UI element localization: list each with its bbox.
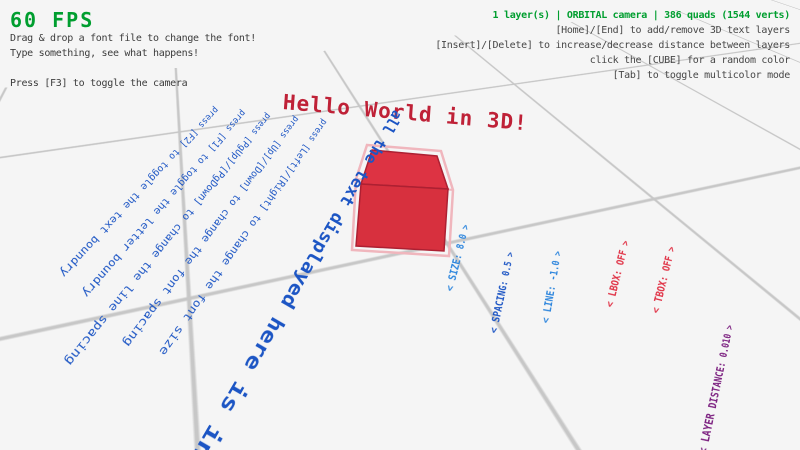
raylib-3d-text-demo-window: Hello World in 3D! all the text displaye… [0,0,800,450]
cube-front-face[interactable] [356,184,448,251]
cube-top-face[interactable] [361,150,448,189]
